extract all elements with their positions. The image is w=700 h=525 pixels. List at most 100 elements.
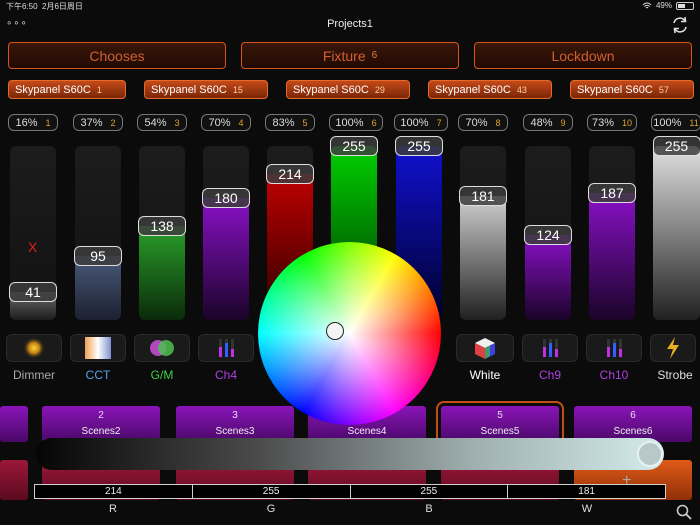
tab-fixture[interactable]: Fixture 6 (241, 42, 459, 69)
channel-value-7[interactable]: 255 (395, 136, 443, 156)
scene-number: 6 (630, 410, 636, 421)
fixture-chip-1[interactable]: Skypanel S60C 1 (8, 80, 126, 99)
cct-gradient-icon (85, 337, 111, 359)
white-icon-box[interactable] (456, 334, 514, 362)
fader-bars-icon (543, 339, 558, 357)
label-r: R (109, 503, 117, 515)
channel-label-strobe: Strobe (657, 368, 693, 382)
value-r: 214 (35, 485, 193, 498)
tab-lockdown[interactable]: Lockdown (474, 42, 692, 69)
channel-value-10[interactable]: 187 (588, 183, 636, 203)
channel-percent-4: 70% 4 (201, 114, 251, 131)
channel-number: 3 (174, 117, 180, 128)
channel-number: 10 (622, 117, 633, 128)
channel-value-2[interactable]: 95 (74, 246, 122, 266)
channel-value-11[interactable]: 255 (652, 136, 700, 156)
fixture-chip-43[interactable]: Skypanel S60C 43 (428, 80, 552, 99)
channel-value-5[interactable]: 214 (266, 164, 314, 184)
channel-fader-10[interactable] (589, 146, 635, 320)
channel-value-6[interactable]: 255 (330, 136, 378, 156)
label-b: B (425, 503, 433, 515)
channel-number: 4 (238, 117, 244, 128)
tab-fixture-count: 6 (371, 50, 378, 61)
channel-fader-fill (203, 198, 249, 320)
cct-icon-box[interactable] (70, 334, 126, 362)
white-level-slider-thumb[interactable] (637, 441, 663, 467)
search-icon[interactable] (676, 504, 692, 520)
fixture-num: 1 (96, 84, 102, 95)
green-magenta-icon (150, 340, 174, 356)
percent-value: 83% (272, 116, 295, 129)
channel-fader-2[interactable] (75, 146, 121, 320)
scene-name: Scenes4 (347, 426, 387, 437)
channel-number: 8 (495, 117, 501, 128)
scene-number: 2 (98, 410, 104, 421)
tab-chooses[interactable]: Chooses (8, 42, 226, 69)
percent-value: 100% (335, 116, 364, 129)
color-value-labels: R G B W (34, 503, 666, 515)
fader-bars-icon (607, 339, 622, 357)
fixture-num: 57 (658, 84, 669, 95)
channel-number: 6 (371, 117, 377, 128)
channel-value-1[interactable]: 41 (9, 282, 57, 302)
strobe-icon-box[interactable] (650, 334, 696, 362)
channel-fader-fill (525, 235, 571, 320)
percent-value: 73% (591, 116, 614, 129)
channel-fader-fill (460, 196, 506, 320)
channel-number: 9 (560, 117, 566, 128)
percent-value: 70% (465, 116, 488, 129)
channel-fader-11[interactable] (653, 146, 700, 320)
percent-value: 100% (653, 116, 682, 129)
scene-tile-3[interactable]: 3 Scenes3 (176, 406, 294, 442)
scene-tile-partial[interactable] (0, 406, 28, 442)
dimmer-icon-box[interactable] (6, 334, 62, 362)
channel-number: 2 (110, 117, 116, 128)
percent-value: 37% (80, 116, 103, 129)
color-wheel-picker[interactable] (326, 322, 344, 340)
channel-fader-4[interactable] (203, 146, 249, 320)
fixture-chip-15[interactable]: Skypanel S60C 15 (144, 80, 268, 99)
ch4-icon-box[interactable] (198, 334, 254, 362)
fixture-name: Skypanel S60C (151, 83, 227, 96)
light-bulb-icon (23, 337, 45, 359)
scene-tile-6[interactable]: 6 Scenes6 (574, 406, 692, 442)
project-title: Projects1 (327, 18, 373, 30)
channel-percent-8: 70% 8 (458, 114, 508, 131)
fixture-chip-57[interactable]: Skypanel S60C 57 (570, 80, 694, 99)
sync-icon[interactable] (670, 15, 690, 35)
tab-chooses-label: Chooses (89, 47, 145, 64)
clock-text: 下午6:50 (6, 2, 38, 11)
channel-value-4[interactable]: 180 (202, 188, 250, 208)
channel-fader-fill (589, 193, 635, 320)
tab-lockdown-label: Lockdown (551, 47, 615, 64)
scene-tile-5[interactable]: 5 Scenes5 (436, 401, 564, 447)
fixture-name: Skypanel S60C (293, 83, 369, 96)
channel-label-gm: G/M (150, 368, 174, 382)
percent-value: 70% (208, 116, 231, 129)
value-g: 255 (193, 485, 351, 498)
label-g: G (266, 503, 276, 515)
color-wheel[interactable] (258, 242, 441, 425)
white-level-slider[interactable] (36, 438, 664, 470)
percent-value: 100% (400, 116, 429, 129)
scene-tile-2[interactable]: 2 Scenes2 (42, 406, 160, 442)
value-b: 255 (351, 485, 509, 498)
ch9-icon-box[interactable] (522, 334, 578, 362)
channel-label-dimmer: Dimmer (13, 368, 55, 382)
channel-value-3[interactable]: 138 (138, 216, 186, 236)
channel-label-ch9: Ch9 (538, 368, 561, 382)
channel-label-white: White (469, 368, 501, 382)
channel-number: 7 (436, 117, 442, 128)
fixture-chip-29[interactable]: Skypanel S60C 29 (286, 80, 410, 99)
scene-row2-tile[interactable] (0, 460, 28, 500)
gm-icon-box[interactable] (134, 334, 190, 362)
fixture-num: 43 (516, 84, 527, 95)
channel-value-8[interactable]: 181 (459, 186, 507, 206)
channel-value-9[interactable]: 124 (524, 225, 572, 245)
fader-bars-icon (219, 339, 234, 357)
ch10-icon-box[interactable] (586, 334, 642, 362)
label-w: W (581, 503, 593, 515)
channel-fader-8[interactable] (460, 146, 506, 320)
scene-name: Scenes5 (480, 426, 520, 437)
channel-percent-10: 73% 10 (587, 114, 637, 131)
